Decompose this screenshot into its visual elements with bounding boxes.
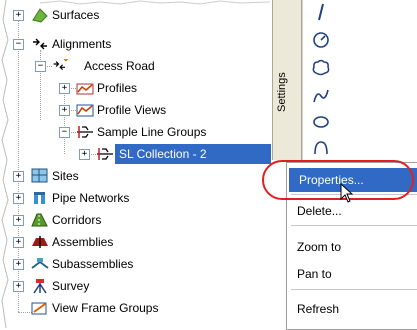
settings-tab-label: Settings (276, 72, 288, 112)
expand-icon[interactable]: + (13, 237, 24, 248)
menu-separator (291, 289, 417, 290)
expand-icon[interactable]: + (79, 149, 90, 160)
tree-item-access-road[interactable]: − Access Road (0, 56, 200, 76)
tree-label-selected: SL Collection - 2 (115, 144, 271, 164)
cloud-tool-icon[interactable] (311, 58, 331, 78)
corridor-icon (31, 213, 48, 227)
collapse-icon[interactable]: − (59, 127, 70, 138)
tree-label: Profile Views (97, 103, 167, 117)
tree-label: Profiles (97, 81, 138, 95)
alignment-icon (33, 38, 47, 50)
settings-tab[interactable]: Settings (272, 0, 302, 160)
expand-icon[interactable]: + (59, 105, 70, 116)
tree-item-pipe-networks[interactable]: + Pipe Networks (0, 188, 200, 208)
subassembly-icon (31, 258, 49, 269)
tree-label: Sites (52, 169, 79, 183)
tree-item-alignments[interactable]: − Alignments (0, 34, 200, 54)
line-tool-icon[interactable] (311, 2, 331, 22)
profile-view-icon (76, 104, 94, 117)
tree-label: Corridors (52, 213, 102, 227)
highlight-ring (262, 160, 414, 200)
expand-icon[interactable]: + (13, 259, 24, 270)
profile-icon (76, 83, 94, 95)
expand-icon[interactable]: + (13, 281, 24, 292)
site-icon (31, 168, 48, 183)
menu-item-zoom-to[interactable]: Zoom to (297, 240, 341, 254)
tree-label: Access Road (84, 59, 155, 73)
sample-line-icon (77, 126, 93, 138)
expand-icon[interactable]: + (13, 215, 24, 226)
tree-item-sl-collection[interactable]: + SL Collection - 2 (0, 144, 271, 164)
tool-palette-strip (302, 0, 339, 162)
tree-item-sample-line-groups[interactable]: − Sample Line Groups (0, 122, 220, 142)
alignment-icon (53, 59, 69, 71)
tree-label: Surfaces (52, 8, 100, 22)
tree-item-view-frame-groups[interactable]: View Frame Groups (0, 298, 200, 318)
tree-item-survey[interactable]: + Survey (0, 276, 200, 296)
mouse-cursor-icon (340, 183, 354, 203)
tree-label: Pipe Networks (52, 191, 130, 205)
pipe-network-icon (34, 192, 45, 204)
shape-tool-icon[interactable] (311, 138, 331, 158)
tree-item-subassemblies[interactable]: + Subassemblies (0, 254, 200, 274)
menu-item-refresh[interactable]: Refresh (297, 302, 339, 316)
curve-tool-icon[interactable] (311, 86, 331, 106)
survey-icon (33, 279, 47, 294)
circle-tool-icon[interactable] (311, 30, 331, 50)
collapse-icon[interactable]: − (35, 61, 46, 72)
assembly-icon (32, 236, 48, 248)
tree-label: Alignments (52, 37, 112, 51)
tree-item-assemblies[interactable]: + Assemblies (0, 232, 200, 252)
expand-icon[interactable]: + (13, 10, 24, 21)
menu-item-delete[interactable]: Delete... (297, 204, 342, 218)
tree-label: View Frame Groups (52, 301, 159, 315)
expand-icon[interactable]: + (13, 171, 24, 182)
view-frame-icon (31, 302, 47, 315)
tree-item-profiles[interactable]: + Profiles (0, 78, 200, 98)
tree-item-surfaces[interactable]: + Surfaces (0, 5, 200, 25)
ellipse-tool-icon[interactable] (311, 112, 331, 132)
tree-item-profile-views[interactable]: + Profile Views (0, 100, 200, 120)
tree-label: Survey (52, 279, 90, 293)
expand-icon[interactable]: + (59, 83, 70, 94)
tree-item-corridors[interactable]: + Corridors (0, 210, 200, 230)
prospector-tree: + Surfaces − Alignments − Access Road + … (0, 0, 271, 328)
menu-separator (291, 225, 417, 226)
tree-label: Subassemblies (52, 257, 134, 271)
expand-icon[interactable]: + (13, 193, 24, 204)
tree-label: Sample Line Groups (97, 125, 207, 139)
collapse-icon[interactable]: − (13, 39, 24, 50)
sample-line-icon (97, 148, 113, 160)
menu-item-pan-to[interactable]: Pan to (297, 267, 332, 281)
surface-icon (32, 8, 48, 23)
tree-item-sites[interactable]: + Sites (0, 166, 200, 186)
tree-label: Assemblies (52, 235, 114, 249)
